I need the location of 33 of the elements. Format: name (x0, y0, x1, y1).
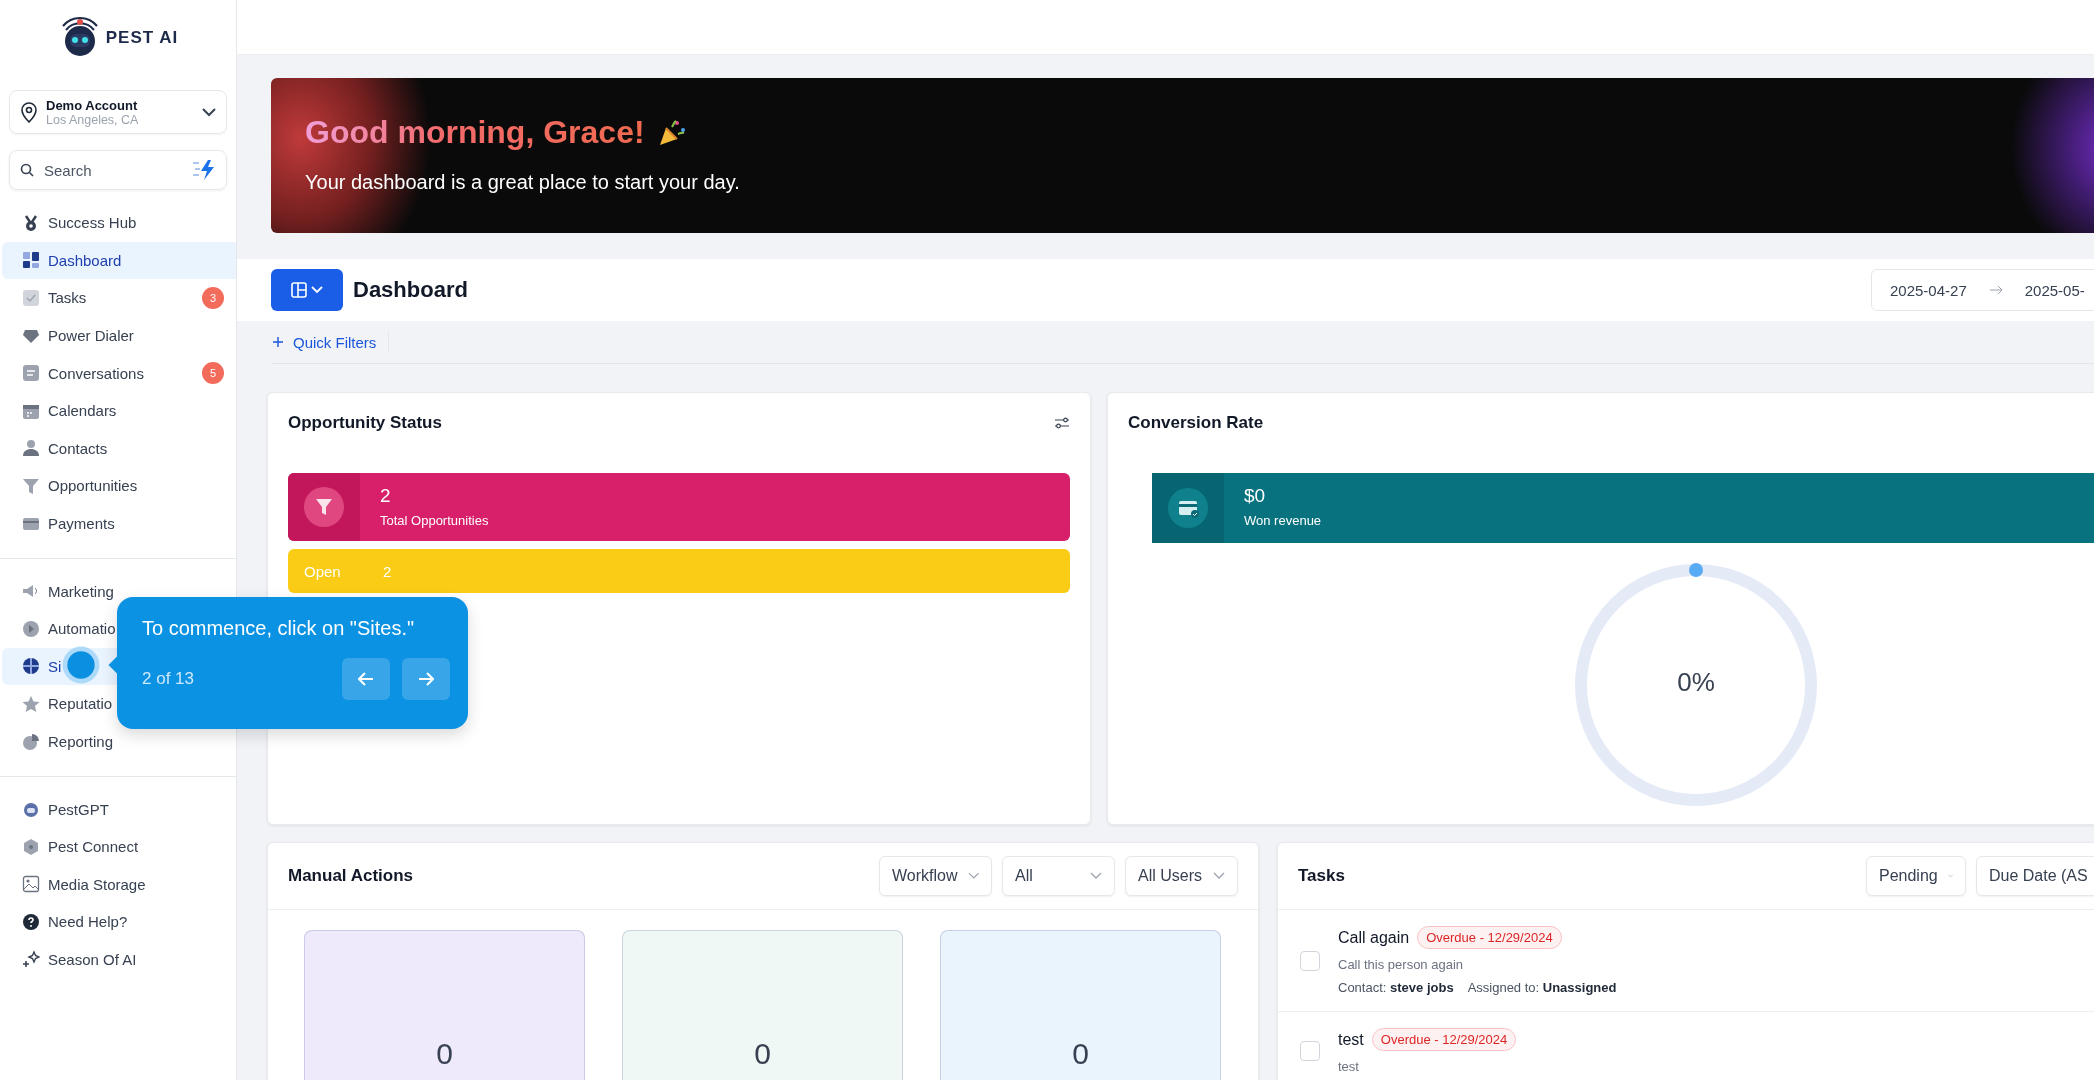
total-label: Total Opportunities (380, 513, 489, 528)
task-description: Call this person again (1338, 957, 1465, 972)
greeting-subtitle: Your dashboard is a great place to start your day. (305, 171, 741, 194)
count-badge: 3 (202, 287, 224, 309)
overdue-badge: Overdue - 12/29/2024 (1371, 1028, 1517, 1051)
page-title: Dashboard (353, 277, 469, 303)
card-title: Tasks (1298, 866, 1346, 886)
account-location: Los Angeles, CA (46, 112, 140, 127)
task-assignee: Assigned to: Unassigned (1467, 980, 1617, 995)
total-value: 2 (380, 485, 392, 507)
action-count-tile: 0 (622, 930, 903, 1080)
end-date: 2025-05- (2024, 281, 2085, 299)
card-title: Opportunity Status (288, 413, 442, 433)
start-date: 2025-04-27 (1890, 281, 1967, 299)
logo-text: PEST AI (105, 28, 179, 48)
action-count-tile: 0 (940, 930, 1221, 1080)
card-title: Conversion Rate (1128, 413, 1264, 433)
stage-label: Open (304, 562, 342, 580)
task-description: test (1338, 1059, 1360, 1074)
stage-count: 2 (383, 562, 392, 580)
overdue-badge: Overdue - 12/29/2024 (1417, 926, 1562, 949)
task-title: Call again (1338, 928, 1410, 947)
tour-step: 2 of 13 (142, 669, 330, 689)
tour-text: To commence, click on "Sites." (142, 617, 416, 640)
conversion-percent: 0% (1676, 667, 1716, 698)
card-title: Manual Actions (288, 866, 414, 886)
count-badge: 5 (202, 362, 224, 385)
action-count-tile: 0 (304, 930, 585, 1080)
account-name: Demo Account (46, 97, 139, 113)
revenue-value: $0 (1244, 485, 1267, 507)
task-contact: Contact: steve jobs (1338, 980, 1454, 995)
task-title: test (1338, 1030, 1364, 1049)
revenue-label: Won revenue (1244, 513, 1322, 528)
